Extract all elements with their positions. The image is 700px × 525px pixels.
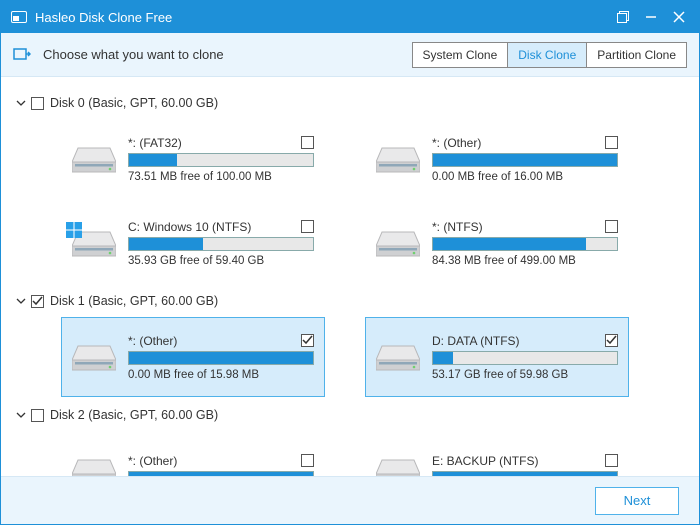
partition-row: *: (Other) 0.00 MB free of 15.98 MB D: DAT… xyxy=(61,317,685,397)
titlebar: Hasleo Disk Clone Free xyxy=(1,1,699,33)
partition-card[interactable]: D: DATA (NTFS) 53.17 GB free of 59.98 GB xyxy=(365,317,629,397)
partition-checkbox[interactable] xyxy=(605,334,618,347)
hdd-icon xyxy=(376,227,420,259)
usage-bar xyxy=(128,351,314,365)
restore-down-icon[interactable] xyxy=(609,1,637,33)
hdd-icon xyxy=(376,143,420,175)
partition-info: *: (Other) 0.00 MB free of 16.00 MB xyxy=(432,136,618,183)
disk-checkbox[interactable] xyxy=(31,97,44,110)
hdd-icon xyxy=(376,455,420,476)
hdd-icon xyxy=(72,143,116,175)
mode-tabs: System Clone Disk Clone Partition Clone xyxy=(412,42,687,68)
partition-row: C: Windows 10 (NTFS) 35.93 GB free of 59.… xyxy=(61,203,685,283)
windows-logo-icon xyxy=(66,222,82,238)
usage-bar xyxy=(128,237,314,251)
disk-label: Disk 0 (Basic, GPT, 60.00 GB) xyxy=(50,96,218,110)
app-title: Hasleo Disk Clone Free xyxy=(35,10,172,25)
close-icon[interactable] xyxy=(665,1,693,33)
partition-info: E: BACKUP (NTFS) xyxy=(432,454,618,477)
partition-info: *: (Other) 0.00 MB free of 15.98 MB xyxy=(128,334,314,381)
app-window: Hasleo Disk Clone Free Choose what you w… xyxy=(0,0,700,525)
usage-bar xyxy=(432,237,618,251)
disk-label: Disk 2 (Basic, GPT, 60.00 GB) xyxy=(50,408,218,422)
partition-checkbox[interactable] xyxy=(605,454,618,467)
disk-label: Disk 1 (Basic, GPT, 60.00 GB) xyxy=(50,294,218,308)
hdd-icon xyxy=(72,455,116,476)
tab-system-clone[interactable]: System Clone xyxy=(413,43,509,67)
partition-checkbox[interactable] xyxy=(605,220,618,233)
partition-card[interactable]: *: (Other) 0.00 MB free of 16.00 MB xyxy=(365,119,629,199)
tab-disk-clone[interactable]: Disk Clone xyxy=(508,43,587,67)
content-area: Disk 0 (Basic, GPT, 60.00 GB) *: (FAT32) 7… xyxy=(1,77,699,476)
disk-header: Disk 0 (Basic, GPT, 60.00 GB) xyxy=(15,91,685,115)
partition-checkbox[interactable] xyxy=(301,334,314,347)
partition-card[interactable]: *: (Other) 0.00 MB free of 15.98 MB xyxy=(61,317,325,397)
partition-card[interactable]: *: (FAT32) 73.51 MB free of 100.00 MB xyxy=(61,119,325,199)
partition-name: E: BACKUP (NTFS) xyxy=(432,454,538,468)
chevron-down-icon[interactable] xyxy=(15,409,27,421)
disk-header: Disk 2 (Basic, GPT, 60.00 GB) xyxy=(15,403,685,427)
partition-checkbox[interactable] xyxy=(301,136,314,149)
usage-bar xyxy=(128,153,314,167)
usage-bar xyxy=(432,351,618,365)
partition-free-text: 84.38 MB free of 499.00 MB xyxy=(432,255,618,267)
partition-card[interactable]: *: (Other) xyxy=(61,431,325,476)
subheader: Choose what you want to clone System Clo… xyxy=(1,33,699,77)
partition-free-text: 73.51 MB free of 100.00 MB xyxy=(128,171,314,183)
disk-checkbox[interactable] xyxy=(31,295,44,308)
footer: Next xyxy=(1,476,699,524)
partition-info: *: (NTFS) 84.38 MB free of 499.00 MB xyxy=(432,220,618,267)
partition-free-text: 53.17 GB free of 59.98 GB xyxy=(432,369,618,381)
usage-bar xyxy=(432,471,618,477)
partition-card[interactable]: E: BACKUP (NTFS) xyxy=(365,431,629,476)
chevron-down-icon[interactable] xyxy=(15,97,27,109)
partition-name: *: (Other) xyxy=(128,334,177,348)
subheader-text: Choose what you want to clone xyxy=(43,47,412,62)
minimize-icon[interactable] xyxy=(637,1,665,33)
partition-info: *: (Other) xyxy=(128,454,314,477)
partition-card[interactable]: C: Windows 10 (NTFS) 35.93 GB free of 59.… xyxy=(61,203,325,283)
usage-bar xyxy=(432,153,618,167)
partition-row: *: (Other) E: BACKUP (NTFS) xyxy=(61,431,685,476)
partition-name: *: (Other) xyxy=(432,136,481,150)
partition-free-text: 35.93 GB free of 59.40 GB xyxy=(128,255,314,267)
partition-free-text: 0.00 MB free of 15.98 MB xyxy=(128,369,314,381)
tab-partition-clone[interactable]: Partition Clone xyxy=(587,43,686,67)
disk-list: Disk 0 (Basic, GPT, 60.00 GB) *: (FAT32) 7… xyxy=(1,77,699,476)
disk-checkbox[interactable] xyxy=(31,409,44,422)
partition-free-text: 0.00 MB free of 16.00 MB xyxy=(432,171,618,183)
partition-info: *: (FAT32) 73.51 MB free of 100.00 MB xyxy=(128,136,314,183)
clone-icon xyxy=(13,46,31,64)
partition-name: C: Windows 10 (NTFS) xyxy=(128,220,251,234)
partition-info: D: DATA (NTFS) 53.17 GB free of 59.98 GB xyxy=(432,334,618,381)
chevron-down-icon[interactable] xyxy=(15,295,27,307)
partition-name: *: (FAT32) xyxy=(128,136,182,150)
partition-name: *: (NTFS) xyxy=(432,220,483,234)
partition-checkbox[interactable] xyxy=(301,454,314,467)
partition-name: D: DATA (NTFS) xyxy=(432,334,520,348)
disk-header: Disk 1 (Basic, GPT, 60.00 GB) xyxy=(15,289,685,313)
partition-card[interactable]: *: (NTFS) 84.38 MB free of 499.00 MB xyxy=(365,203,629,283)
partition-checkbox[interactable] xyxy=(605,136,618,149)
app-logo-icon xyxy=(11,11,27,23)
partition-checkbox[interactable] xyxy=(301,220,314,233)
hdd-icon xyxy=(72,341,116,373)
next-button[interactable]: Next xyxy=(595,487,679,515)
partition-info: C: Windows 10 (NTFS) 35.93 GB free of 59.… xyxy=(128,220,314,267)
hdd-icon xyxy=(376,341,420,373)
usage-bar xyxy=(128,471,314,477)
partition-row: *: (FAT32)73.51 MB free of 100.00 MB*: (… xyxy=(61,119,685,199)
partition-name: *: (Other) xyxy=(128,454,177,468)
